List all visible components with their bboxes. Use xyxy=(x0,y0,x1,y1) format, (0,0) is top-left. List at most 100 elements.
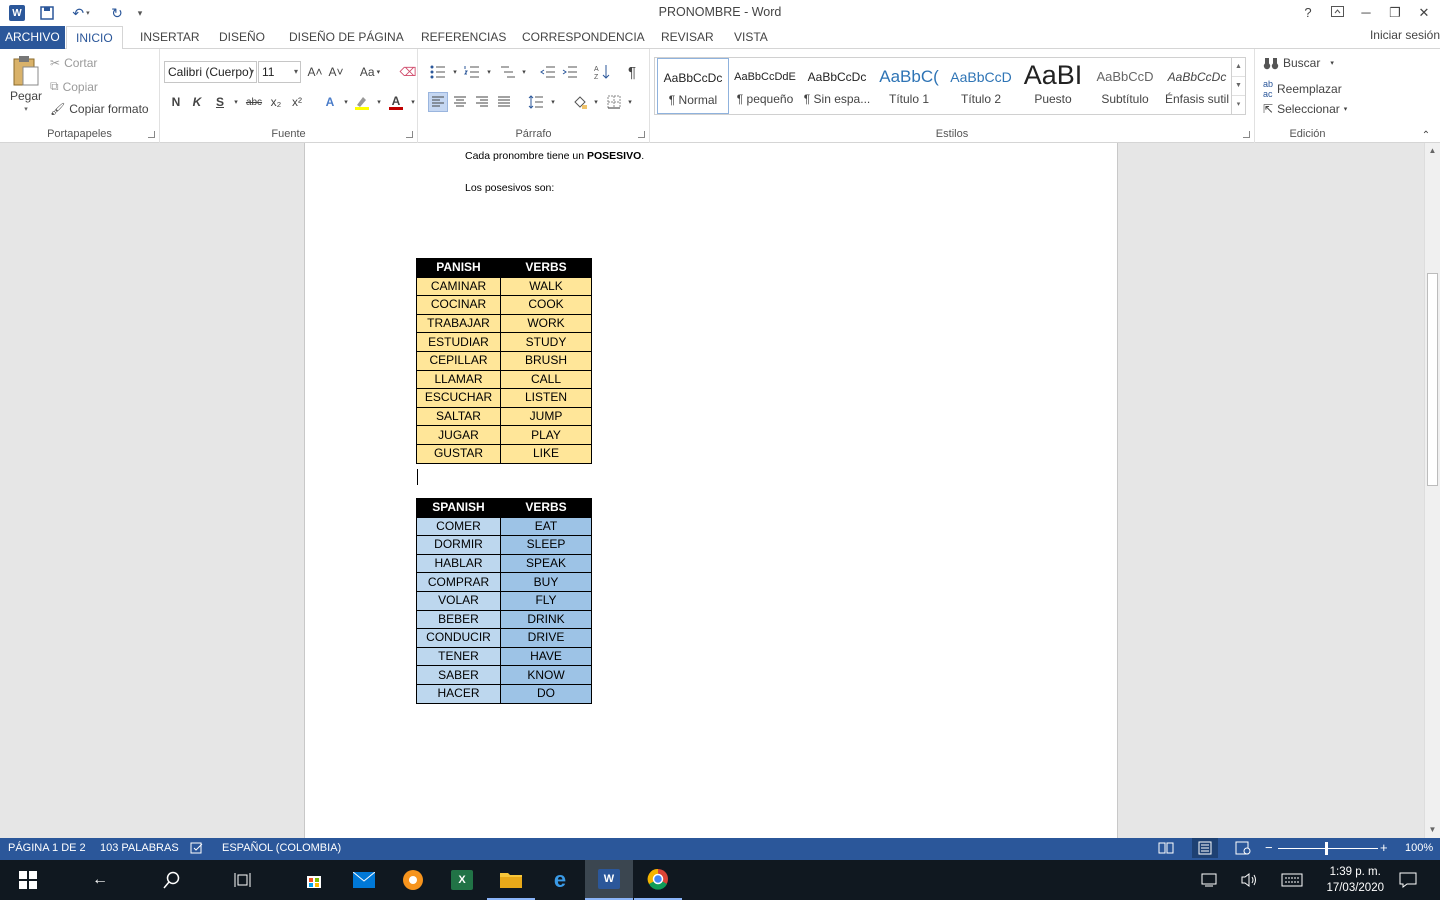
paragraph-posesivos-son[interactable]: Los posesivos son: xyxy=(465,182,554,194)
windows-start-icon[interactable] xyxy=(4,860,52,900)
scroll-down-icon[interactable]: ▼ xyxy=(1425,822,1440,838)
paragraph-dialog-launcher-icon[interactable] xyxy=(638,131,645,138)
italic-button[interactable]: K xyxy=(187,92,207,112)
tab-archivo[interactable]: ARCHIVO xyxy=(0,26,65,49)
font-size-combo[interactable]: 11 ▾ xyxy=(258,61,301,83)
tab-diseno-de-pagina[interactable]: DISEÑO DE PÁGINA xyxy=(280,26,413,49)
table-header-cell[interactable]: VERBS xyxy=(500,498,592,518)
vertical-scrollbar[interactable]: ▲ ▼ xyxy=(1424,143,1440,838)
table-cell[interactable]: DRIVE xyxy=(500,628,592,648)
language-indicator[interactable]: ESPAÑOL (COLOMBIA) xyxy=(222,838,341,858)
task-view-icon[interactable] xyxy=(220,860,268,900)
ribbon-display-options-icon[interactable] xyxy=(1323,2,1351,24)
minimize-button[interactable]: ─ xyxy=(1352,2,1380,24)
table-cell[interactable]: GUSTAR xyxy=(416,443,501,464)
paragraph-posesivo[interactable]: Cada pronombre tiene un POSESIVO. xyxy=(465,150,644,162)
subscript-button[interactable]: x₂ xyxy=(266,92,286,112)
replace-button[interactable]: ab ac Reemplazar xyxy=(1263,79,1342,99)
style-enfasis-sutil[interactable]: AaBbCcDc Énfasis sutil xyxy=(1161,58,1233,114)
table-cell[interactable]: CAMINAR xyxy=(416,276,501,297)
style-subtitulo[interactable]: AaBbCcD Subtítulo xyxy=(1089,58,1161,114)
zoom-slider-knob[interactable] xyxy=(1325,842,1328,855)
table-cell[interactable]: CEPILLAR xyxy=(416,350,501,371)
proofing-icon[interactable] xyxy=(190,838,204,862)
change-case-button[interactable]: Aa ▾ xyxy=(356,62,384,82)
table-cell[interactable]: HACER xyxy=(416,683,501,704)
verbs-table-2[interactable]: SPANISH VERBS COMER EAT DORMIR SLEEP HABLA… xyxy=(416,498,592,704)
mail-icon[interactable] xyxy=(340,860,388,900)
system-clock[interactable]: 1:39 p. m. 17/03/2020 xyxy=(1326,864,1384,896)
chevron-down-icon[interactable]: ▾ xyxy=(543,92,563,112)
table-cell[interactable]: HABLAR xyxy=(416,553,501,574)
table-cell[interactable]: SALTAR xyxy=(416,406,501,427)
table-cell[interactable]: KNOW xyxy=(500,665,592,685)
table-cell[interactable]: BRUSH xyxy=(500,350,592,371)
table-cell[interactable]: SPEAK xyxy=(500,553,592,574)
read-mode-icon[interactable] xyxy=(1158,838,1174,862)
table-cell[interactable]: JUMP xyxy=(500,406,592,427)
zoom-out-button[interactable]: − xyxy=(1265,838,1273,858)
file-explorer-icon[interactable] xyxy=(487,860,535,900)
close-button[interactable]: ✕ xyxy=(1410,2,1438,24)
table-cell[interactable]: COMPRAR xyxy=(416,572,501,592)
table-cell[interactable]: ESCUCHAR xyxy=(416,388,501,408)
table-cell[interactable]: HAVE xyxy=(500,646,592,667)
table-cell[interactable]: BUY xyxy=(500,572,592,592)
clipboard-dialog-launcher-icon[interactable] xyxy=(148,131,155,138)
table-cell[interactable]: BEBER xyxy=(416,609,501,630)
back-arrow-icon[interactable]: ← xyxy=(76,860,124,900)
table-cell[interactable]: LISTEN xyxy=(500,388,592,408)
style-pequeno[interactable]: AaBbCcDdE ¶ pequeño xyxy=(729,58,801,114)
font-name-combo[interactable]: Calibri (Cuerpo) ▾ xyxy=(164,61,257,83)
excel-icon[interactable]: X xyxy=(438,860,486,900)
paste-button[interactable]: Pegar ▾ xyxy=(8,55,44,113)
copy-button[interactable]: ⧉ Copiar xyxy=(50,79,98,94)
find-button[interactable]: Buscar ▾ xyxy=(1263,56,1334,70)
table-cell[interactable]: PLAY xyxy=(500,425,592,445)
collapse-ribbon-icon[interactable]: ⌃ xyxy=(1416,125,1436,145)
increase-indent-icon[interactable] xyxy=(560,62,580,82)
show-formatting-button[interactable]: ¶ xyxy=(622,62,642,82)
tab-vista[interactable]: VISTA xyxy=(725,26,777,49)
tab-referencias[interactable]: REFERENCIAS xyxy=(412,26,515,49)
chevron-down-icon[interactable]: ▾ xyxy=(586,92,606,112)
zoom-in-button[interactable]: + xyxy=(1380,838,1388,858)
table-cell[interactable]: ESTUDIAR xyxy=(416,332,501,352)
align-center-icon[interactable] xyxy=(450,92,470,112)
table-cell[interactable]: COMER xyxy=(416,516,501,537)
decrease-indent-icon[interactable] xyxy=(538,62,558,82)
edge-icon[interactable]: e xyxy=(536,860,584,900)
network-icon[interactable] xyxy=(1190,860,1230,900)
word-taskbar-icon[interactable]: W xyxy=(585,860,633,900)
tab-revisar[interactable]: REVISAR xyxy=(652,26,723,49)
table-cell[interactable]: COOK xyxy=(500,295,592,315)
format-painter-button[interactable]: 🖌 Copiar formato xyxy=(50,102,149,116)
bold-button[interactable]: N xyxy=(166,92,186,112)
document-page[interactable]: Cada pronombre tiene un POSESIVO. Los po… xyxy=(304,143,1118,838)
zoom-slider[interactable] xyxy=(1278,842,1378,855)
styles-dialog-launcher-icon[interactable] xyxy=(1243,131,1250,138)
table-cell[interactable]: EAT xyxy=(500,516,592,537)
strikethrough-button[interactable]: abc xyxy=(244,92,264,112)
action-center-icon[interactable] xyxy=(1388,860,1428,900)
table-cell[interactable]: WORK xyxy=(500,313,592,334)
style-puesto[interactable]: AaBI Puesto xyxy=(1017,58,1089,114)
zoom-level[interactable]: 100% xyxy=(1405,838,1433,858)
chevron-down-icon[interactable]: ▾ xyxy=(226,92,246,112)
align-left-icon[interactable] xyxy=(428,92,448,112)
table-cell[interactable]: FLY xyxy=(500,590,592,611)
keyboard-icon[interactable] xyxy=(1272,860,1312,900)
sign-in-link[interactable]: Iniciar sesión xyxy=(1370,26,1440,49)
superscript-button[interactable]: x² xyxy=(287,92,307,112)
volume-icon[interactable] xyxy=(1230,860,1270,900)
chevron-down-icon[interactable]: ▾ xyxy=(620,92,640,112)
styles-gallery-scroll[interactable]: ▲ ▼ ▾ xyxy=(1231,58,1245,114)
table-cell[interactable]: SLEEP xyxy=(500,535,592,555)
table-cell[interactable]: STUDY xyxy=(500,332,592,352)
table-cell[interactable]: VOLAR xyxy=(416,590,501,611)
sort-icon[interactable]: AZ xyxy=(592,62,612,82)
tab-insertar[interactable]: INSERTAR xyxy=(131,26,209,49)
scrollbar-thumb[interactable] xyxy=(1427,273,1438,486)
shrink-font-button[interactable]: A˅ xyxy=(326,62,346,82)
table-cell[interactable]: CALL xyxy=(500,369,592,390)
